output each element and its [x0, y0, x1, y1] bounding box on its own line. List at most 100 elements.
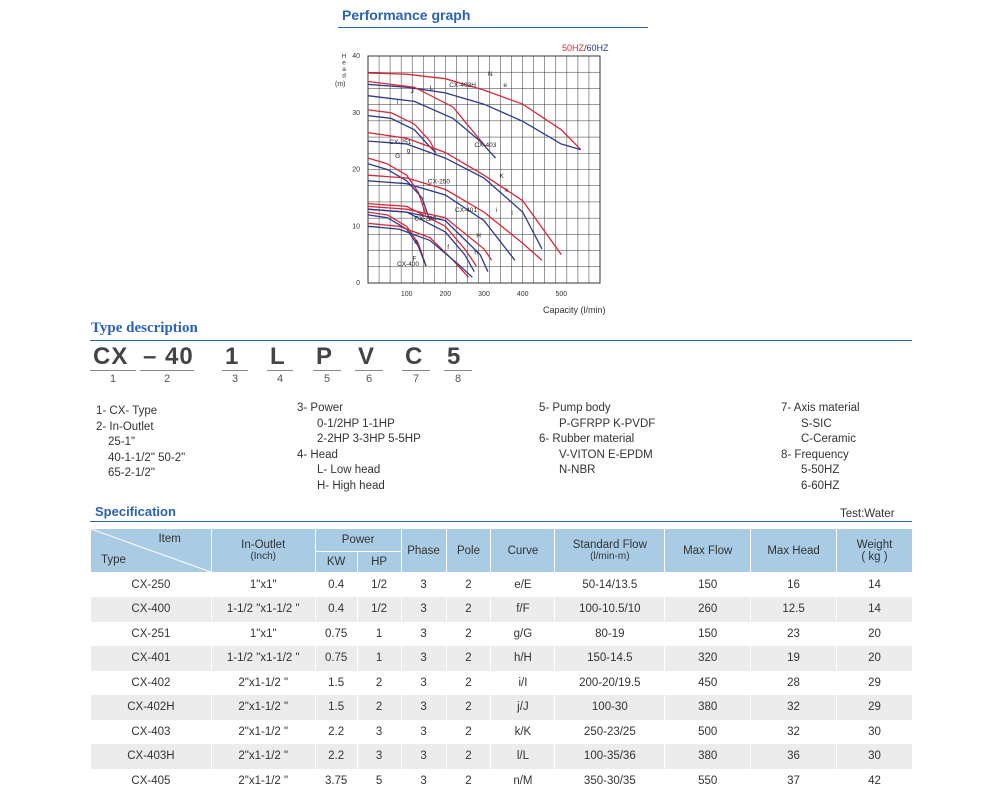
y-axis-label: Head — [342, 53, 347, 80]
cell-max-flow: 550 — [664, 768, 752, 793]
desc-line: P-GFRPP K-PVDF — [559, 417, 656, 430]
desc-col-type: 1- CX- Type 2- In-Outlet 25-1" 40-1-1/2"… — [96, 404, 185, 482]
cell-type: CX-405 — [90, 768, 212, 793]
table-row: CX-250 1"x1" 0.4 1/2 3 2 e/E 50-14/13.5 150 16 14 — [90, 572, 913, 597]
type-code-char: C — [405, 343, 424, 370]
curve-label: I — [511, 210, 513, 217]
y-tick-label: 30 — [352, 110, 360, 117]
type-code-number: 7 — [413, 373, 420, 385]
cell-weight: 20 — [836, 646, 913, 671]
series-line — [367, 131, 562, 255]
cell-curve: e/E — [490, 572, 556, 597]
performance-graph-title: Performance graph — [342, 7, 471, 23]
desc-line: 25-1" — [108, 436, 136, 448]
type-code-underline — [355, 370, 383, 371]
header-item: Item — [158, 533, 181, 545]
type-code-number: 5 — [324, 373, 331, 385]
cell-in-outlet: 1-1/2 "x1-1/2 " — [210, 646, 316, 671]
type-code-underline — [222, 370, 248, 371]
cell-curve: n/M — [490, 768, 556, 793]
cell-curve: i/I — [490, 670, 556, 695]
header-standard-flow-unit: (l/min-m) — [590, 551, 630, 562]
type-code-underline — [267, 370, 293, 371]
cell-kw: 1.5 — [314, 695, 358, 720]
cell-kw: 0.75 — [314, 646, 358, 671]
type-code-number: 6 — [366, 373, 373, 385]
specification-table-body: CX-250 1"x1" 0.4 1/2 3 2 e/E 50-14/13.5 150 16 14 C… — [90, 572, 913, 793]
desc-line: 1- CX- Type — [96, 405, 158, 417]
desc-line: H- High head — [317, 479, 385, 492]
cell-weight: 20 — [836, 621, 913, 646]
desc-col-axis: 7- Axis material S-SIC C-Ceramic 8- Freq… — [781, 401, 860, 494]
cell-in-outlet: 1-1/2 "x1-1/2 " — [210, 597, 316, 622]
curve-label: i — [496, 207, 497, 214]
y-tick-label: 10 — [352, 223, 360, 230]
cell-hp: 1/2 — [356, 597, 402, 622]
cell-max-flow: 150 — [664, 621, 752, 646]
cell-pole: 2 — [445, 597, 492, 622]
type-code-number: 2 — [164, 373, 171, 385]
type-code-underline — [140, 370, 194, 371]
cell-standard-flow: 200-20/19.5 — [554, 670, 666, 695]
x-tick-label: 100 — [401, 291, 413, 298]
desc-line: 65-2-1/2" — [108, 467, 155, 479]
type-code-number: 1 — [110, 373, 117, 385]
cell-pole: 2 — [445, 695, 492, 720]
header-type: Type — [101, 554, 126, 566]
cell-kw: 2.2 — [314, 744, 358, 769]
curve-label: L — [430, 85, 434, 92]
performance-chart: CX-403HNeJ LlCX-251 CX-403gGCX-250KkCX-401… — [335, 43, 609, 315]
cell-kw: 0.4 — [314, 597, 358, 622]
x-tick-label: 400 — [517, 291, 529, 298]
cell-pole: 2 — [445, 572, 492, 597]
table-row: CX-400 1-1/2 "x1-1/2 " 0.4 1/2 3 2 f/F 100-10.5… — [90, 597, 913, 622]
cell-curve: j/J — [490, 695, 556, 720]
desc-line: 5-50HZ — [801, 464, 840, 476]
cell-standard-flow: 150-14.5 — [554, 646, 666, 671]
cell-max-flow: 260 — [664, 597, 752, 622]
cell-weight: 14 — [836, 597, 913, 622]
desc-line: N-NBR — [559, 464, 596, 476]
header-hp: HP — [356, 551, 402, 573]
y-axis-unit: (m) — [335, 81, 346, 88]
cell-standard-flow: 350-30/35 — [554, 768, 666, 793]
cell-pole: 2 — [445, 646, 492, 671]
y-tick-label: 40 — [352, 53, 360, 60]
type-code-char: V — [358, 343, 376, 370]
cell-in-outlet: 2"x1-1/2 " — [210, 768, 316, 793]
cell-hp: 1/2 — [356, 572, 402, 597]
cell-hp: 1 — [356, 646, 402, 671]
series-line — [367, 174, 543, 261]
desc-line: 3- Power — [297, 402, 344, 414]
y-axis-label-char: d — [342, 73, 346, 80]
curve-label: f — [447, 244, 449, 251]
legend: 50HZ/60HZ — [562, 43, 609, 53]
cell-hp: 3 — [356, 719, 402, 744]
type-code-char: – 40 — [143, 343, 194, 370]
desc-line: 0-1/2HP 1-1HP — [317, 417, 395, 430]
header-item-type: Item Type — [90, 528, 212, 573]
cell-max-head: 28 — [750, 670, 837, 695]
cell-hp: 2 — [356, 670, 402, 695]
cell-type: CX-403H — [90, 744, 212, 769]
cell-type: CX-402 — [90, 670, 212, 695]
cell-weight: 30 — [836, 744, 913, 769]
curve-label: CX-401 — [455, 207, 477, 214]
cell-max-head: 36 — [750, 744, 837, 769]
desc-col-body: 5- Pump body P-GFRPP K-PVDF 6- Rubber ma… — [539, 401, 655, 479]
cell-max-flow: 380 — [664, 744, 752, 769]
desc-col-power: 3- Power 0-1/2HP 1-1HP 2-2HP 3-3HP 5-5HP… — [297, 401, 421, 494]
cell-kw: 1.5 — [314, 670, 358, 695]
curve-label: h — [474, 250, 478, 257]
desc-line: 2- In-Outlet — [96, 420, 154, 433]
type-code-underline — [313, 370, 341, 371]
desc-line: V-VITON E-EPDM — [559, 448, 653, 461]
cell-phase: 3 — [400, 670, 447, 695]
table-row: CX-403H 2"x1-1/2 " 2.2 3 3 2 l/L 100-35/36 380 36… — [90, 744, 913, 769]
cell-type: CX-402H — [90, 695, 212, 720]
x-axis-label: Capacity (l/min) — [543, 305, 606, 315]
x-tick-label: 300 — [478, 291, 490, 298]
cell-type: CX-251 — [90, 621, 212, 646]
desc-line: 2-2HP 3-3HP 5-5HP — [317, 433, 421, 445]
curve-label: CX-250 — [414, 216, 436, 223]
